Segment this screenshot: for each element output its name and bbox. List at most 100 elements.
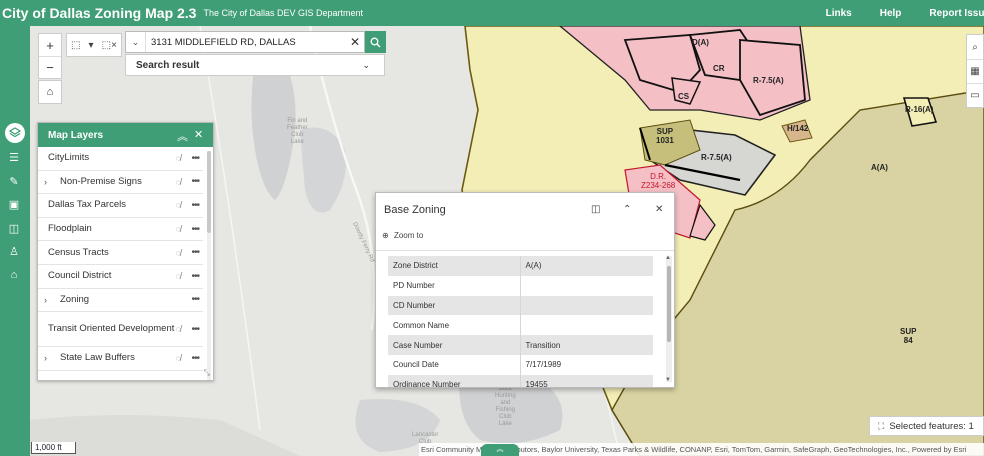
layer-list-scrollbar[interactable] xyxy=(207,151,211,380)
report-issue-link[interactable]: Report Issue xyxy=(929,8,984,19)
expand-panel-handle[interactable]: ︽ xyxy=(481,444,519,456)
layer-item-label: Zoning xyxy=(60,293,90,305)
map-label-lake1: Fin and Feather Club Lake xyxy=(287,118,308,145)
close-popup-icon[interactable]: ✕ xyxy=(655,204,663,215)
popup-title: Base Zoning xyxy=(384,204,446,216)
more-options-icon[interactable]: ••• xyxy=(191,224,199,235)
field-name: PD Number xyxy=(388,275,521,296)
layer-item-label: Census Tracts xyxy=(48,246,109,258)
feature-popup: Base Zoning ◫ ⌃ ✕ ⊕ Zoom to Zone Distric… xyxy=(375,192,675,388)
more-options-icon[interactable]: ••• xyxy=(191,153,199,164)
layer-item[interactable]: › State Law Buffers ◌̸ ••• xyxy=(38,347,203,371)
clear-search-icon[interactable]: ✕ xyxy=(346,35,364,49)
close-icon[interactable]: ✕ xyxy=(194,128,203,141)
clear-selection-icon[interactable]: ⬚× xyxy=(102,40,117,51)
field-value: Transition xyxy=(520,335,653,355)
scale-bar: 1,000 ft xyxy=(31,442,76,454)
zoom-in-icon[interactable]: + xyxy=(39,34,61,56)
more-options-icon[interactable]: ••• xyxy=(191,176,199,187)
field-value xyxy=(520,315,653,335)
scroll-down-icon[interactable]: ▼ xyxy=(665,377,671,383)
home-icon[interactable]: ⌂ xyxy=(38,80,62,104)
field-value: A(A) xyxy=(520,256,653,276)
qr-icon[interactable]: ▦ xyxy=(967,59,983,83)
collapse-icon[interactable]: ︽ xyxy=(177,128,188,144)
search-button[interactable] xyxy=(365,31,386,53)
chevron-right-icon[interactable]: › xyxy=(44,353,47,363)
layer-item-label: Council District xyxy=(48,270,112,282)
search-result-dropdown[interactable]: Search result ⌄ xyxy=(125,54,385,76)
dock-icon[interactable]: ◫ xyxy=(591,204,600,215)
layer-item-label: Transit Oriented Development xyxy=(48,323,175,335)
selected-features-badge[interactable]: ⛶ Selected features: 1 xyxy=(869,416,984,436)
chevron-right-icon[interactable]: › xyxy=(44,177,47,187)
print-icon[interactable]: ▣ xyxy=(4,194,24,214)
search-input[interactable]: 3131 MIDDLEFIELD RD, DALLAS xyxy=(146,37,346,48)
layer-item[interactable]: › Non-Premise Signs ◌̸ ••• xyxy=(38,171,203,195)
map-label-aa: A(A) xyxy=(871,163,888,172)
chevron-right-icon[interactable]: › xyxy=(44,295,47,305)
popup-row: Case Number Transition xyxy=(388,335,653,355)
popup-divider xyxy=(376,250,674,251)
layer-list-title: Map Layers xyxy=(48,129,104,141)
selected-features-label: Selected features: 1 xyxy=(889,420,974,432)
map-label-dr: D.R. Z234-268 xyxy=(641,172,676,190)
list-icon[interactable]: ☰ xyxy=(4,147,24,167)
more-options-icon[interactable]: ••• xyxy=(191,271,199,282)
chevron-down-icon: ⌄ xyxy=(362,59,370,70)
resize-handle-icon[interactable]: ⤡ xyxy=(204,368,210,378)
select-lasso-icon[interactable]: ⬚ xyxy=(71,40,80,51)
visibility-off-icon[interactable]: ◌̸ xyxy=(176,271,181,281)
search-icon xyxy=(370,37,381,47)
scroll-up-icon[interactable]: ▲ xyxy=(665,255,671,261)
zoom-to-action[interactable]: ⊕ Zoom to xyxy=(382,231,423,240)
map-label-h142: H/142 xyxy=(787,124,809,133)
layer-item-label: Non-Premise Signs xyxy=(60,175,142,187)
layer-item[interactable]: Council District ◌̸ ••• xyxy=(38,265,203,289)
search-source-dropdown[interactable]: ⌄ xyxy=(126,32,146,52)
popup-attribute-table: Zone District A(A) PD Number CD Number Commo… xyxy=(388,256,653,387)
help-link[interactable]: Help xyxy=(880,8,902,19)
more-options-icon[interactable]: ••• xyxy=(191,247,199,258)
person-icon[interactable]: ♙ xyxy=(4,241,24,261)
visibility-off-icon[interactable]: ◌̸ xyxy=(176,224,181,234)
layer-item[interactable]: CityLimits ◌̸ ••• xyxy=(38,147,203,171)
visibility-off-icon[interactable]: ◌̸ xyxy=(176,324,181,334)
right-toolbar: ⌕ ▦ ▭ xyxy=(966,34,984,108)
more-options-icon[interactable]: ••• xyxy=(191,200,199,211)
visibility-off-icon[interactable]: ◌̸ xyxy=(176,248,181,258)
layer-item-label: State Law Buffers xyxy=(60,352,135,364)
chevron-down-icon[interactable]: ▾ xyxy=(89,40,94,51)
zoom-out-icon[interactable]: − xyxy=(39,56,61,78)
layer-item[interactable]: Census Tracts ◌̸ ••• xyxy=(38,241,203,265)
map-label-da: D(A) xyxy=(692,38,709,47)
visibility-off-icon[interactable]: ◌̸ xyxy=(176,177,181,187)
store-icon[interactable]: ⌂ xyxy=(4,265,24,285)
more-options-icon[interactable]: ••• xyxy=(191,324,199,335)
popup-scrollbar[interactable]: ▲ ▼ xyxy=(665,255,672,383)
visibility-off-icon[interactable]: ◌̸ xyxy=(176,153,181,163)
layer-item[interactable]: Floodplain ◌̸ ••• xyxy=(38,218,203,242)
more-options-icon[interactable]: ••• xyxy=(191,353,199,364)
select-tools: ⬚ ▾ ⬚× xyxy=(66,33,122,57)
header-links: Links Help Report Issue xyxy=(798,0,984,26)
map-label-r16a: R-16(A) xyxy=(905,105,934,114)
visibility-off-icon[interactable]: ◌̸ xyxy=(176,353,181,363)
layer-item[interactable]: Dallas Tax Parcels ◌̸ ••• xyxy=(38,194,203,218)
database-icon[interactable]: ◫ xyxy=(4,218,24,238)
search-icon[interactable]: ⌕ xyxy=(967,35,983,59)
layer-item[interactable]: Transit Oriented Development ◌̸ ••• xyxy=(38,312,203,348)
links-link[interactable]: Links xyxy=(826,8,852,19)
app-sidebar: ☰ ✎ ▣ ◫ ♙ ⌂ xyxy=(0,26,30,456)
zoom-to-label: Zoom to xyxy=(393,231,424,240)
visibility-off-icon[interactable]: ◌̸ xyxy=(176,200,181,210)
layer-item-label: Dallas Tax Parcels xyxy=(48,199,126,211)
search-bar: ⌄ 3131 MIDDLEFIELD RD, DALLAS ✕ xyxy=(125,31,365,53)
more-options-icon[interactable]: ••• xyxy=(191,294,199,305)
collapse-popup-icon[interactable]: ⌃ xyxy=(623,204,631,215)
layers-icon[interactable] xyxy=(5,123,25,143)
draw-icon[interactable]: ✎ xyxy=(4,171,24,191)
field-name: Common Name xyxy=(388,315,521,336)
measure-icon[interactable]: ▭ xyxy=(967,83,983,107)
layer-item[interactable]: › Zoning ••• xyxy=(38,289,203,313)
